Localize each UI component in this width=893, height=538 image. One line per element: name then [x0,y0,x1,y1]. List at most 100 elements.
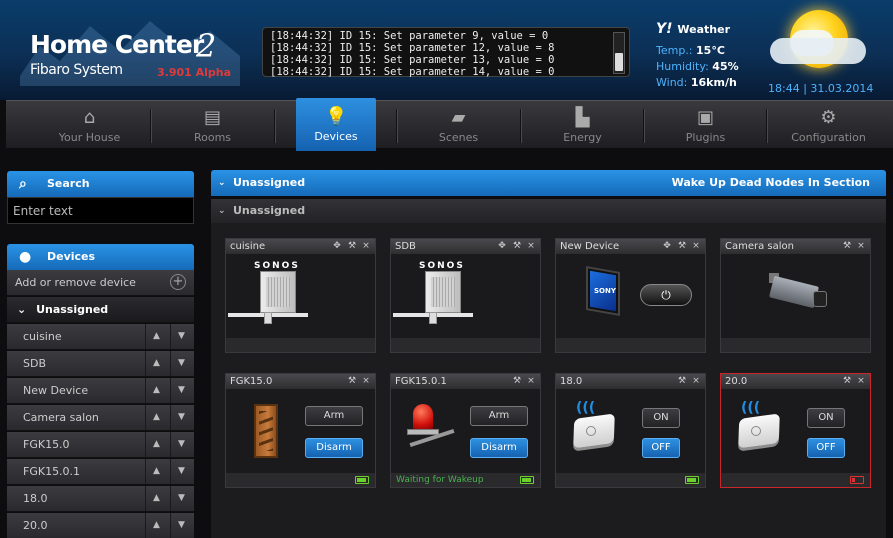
lightbulb-icon: 💡 [325,106,348,127]
move-down-icon[interactable]: ▼ [170,432,192,457]
rooms-icon: ▤ [203,107,221,128]
version-label: 3.901 Alpha [157,66,232,79]
wake-up-dead-nodes-button[interactable]: Wake Up Dead Nodes In Section [672,170,870,196]
event-log[interactable]: [18:44:32] ID 15: Set parameter 9, value… [262,27,630,78]
card-footer [226,338,375,352]
card-footer [556,338,705,352]
sidebar-item-fgk15-0-1[interactable]: FGK15.0.1 ▲ ▼ [7,459,194,485]
wrench-icon[interactable]: ⚒ [511,240,523,252]
close-icon[interactable]: × [855,375,867,387]
sidebar-item-sdb[interactable]: SDB ▲ ▼ [7,351,194,377]
off-button[interactable]: OFF [807,438,845,458]
module-dot [751,426,761,436]
move-down-icon[interactable]: ▼ [170,324,192,349]
move-down-icon[interactable]: ▼ [170,351,192,376]
device-card-camera-salon[interactable]: Camera salon ⚒ × [720,238,871,353]
sidebar-item-20-0[interactable]: 20.0 ▲ ▼ [7,513,194,538]
move-down-icon[interactable]: ▼ [170,459,192,484]
move-down-icon[interactable]: ▼ [170,513,192,538]
close-icon[interactable]: × [525,375,537,387]
nav-energy[interactable]: ▙ Energy [521,101,644,149]
arm-button[interactable]: Arm [305,406,363,426]
nav-scenes[interactable]: ▰ Scenes [397,101,520,149]
close-icon[interactable]: × [855,240,867,252]
device-card-20-0[interactable]: 20.0 ⚒ × ((( ON OFF [720,373,871,488]
wrench-icon[interactable]: ⚒ [841,240,853,252]
wrench-icon[interactable]: ⚒ [346,240,358,252]
sidebar-item-new-device[interactable]: New Device ▲ ▼ [7,378,194,404]
device-card-sdb[interactable]: SDB ✥ ⚒ × SONOS [390,238,541,353]
camera-lens-icon [813,291,827,307]
disarm-button[interactable]: Disarm [470,438,528,458]
subsection-header[interactable]: ⌄ Unassigned [211,199,886,223]
chevron-down-icon: ⌄ [218,178,226,188]
house-icon: ⌂ [83,107,96,128]
door-icon [254,404,278,458]
sidebar-item-fgk15-0[interactable]: FGK15.0 ▲ ▼ [7,432,194,458]
add-remove-device[interactable]: Add or remove device + [7,270,194,296]
move-up-icon[interactable]: ▲ [145,351,167,376]
move-down-icon[interactable]: ▼ [170,378,192,403]
camera-icon [769,275,819,309]
nav-your-house[interactable]: ⌂ Your House [28,101,151,149]
power-button[interactable]: ⏻ [640,284,692,306]
section-header[interactable]: ⌄ Unassigned Wake Up Dead Nodes In Secti… [211,170,886,196]
nav-configuration[interactable]: ⚙ Configuration [767,101,890,149]
shelf-knob [264,312,272,324]
device-card-18-0[interactable]: 18.0 ⚒ × ((( ON OFF [555,373,706,488]
move-up-icon[interactable]: ▲ [145,486,167,511]
sidebar-item-cuisine[interactable]: cuisine ▲ ▼ [7,324,194,350]
move-up-icon[interactable]: ▲ [145,405,167,430]
search-icon: ⌕ [19,176,27,192]
nav-devices[interactable]: 💡 Devices [296,98,376,151]
on-button[interactable]: ON [807,408,845,428]
move-icon[interactable]: ✥ [496,240,508,252]
sidebar-section-unassigned[interactable]: ⌄ Unassigned [7,297,194,323]
close-icon[interactable]: × [690,375,702,387]
nav-rooms[interactable]: ▤ Rooms [151,101,274,149]
wrench-icon[interactable]: ⚒ [346,375,358,387]
move-up-icon[interactable]: ▲ [145,432,167,457]
search-input[interactable]: Enter text [7,197,194,224]
arm-button[interactable]: Arm [470,406,528,426]
close-icon[interactable]: × [360,375,372,387]
device-card-new-device[interactable]: New Device ✥ ⚒ × SONY ⏻ [555,238,706,353]
move-icon[interactable]: ✥ [661,240,673,252]
close-icon[interactable]: × [690,240,702,252]
move-up-icon[interactable]: ▲ [145,378,167,403]
close-icon[interactable]: × [360,240,372,252]
move-up-icon[interactable]: ▲ [145,513,167,538]
humidity-row: Humidity: 45% [656,60,739,73]
clapperboard-icon: ▰ [451,107,466,128]
move-up-icon[interactable]: ▲ [145,459,167,484]
battery-icon [520,476,534,484]
card-footer: Waiting for Wakeup [391,473,540,487]
move-down-icon[interactable]: ▼ [170,486,192,511]
move-down-icon[interactable]: ▼ [170,405,192,430]
plus-icon[interactable]: + [170,274,186,290]
sidebar-item-18-0[interactable]: 18.0 ▲ ▼ [7,486,194,512]
log-scrollbar[interactable] [613,32,625,74]
device-card-fgk15-0[interactable]: FGK15.0 ⚒ × Arm Disarm [225,373,376,488]
on-button[interactable]: ON [642,408,680,428]
nav-plugins[interactable]: ▣ Plugins [644,101,767,149]
wrench-icon[interactable]: ⚒ [511,375,523,387]
off-button[interactable]: OFF [642,438,680,458]
plugin-box-icon: ▣ [696,107,714,128]
log-scroll-thumb[interactable] [615,53,623,71]
device-card-cuisine[interactable]: cuisine ✥ ⚒ × SONOS [225,238,376,353]
sidebar-item-camera-salon[interactable]: Camera salon ▲ ▼ [7,405,194,431]
module-dot [586,426,596,436]
wrench-icon[interactable]: ⚒ [841,375,853,387]
wrench-icon[interactable]: ⚒ [676,240,688,252]
move-icon[interactable]: ✥ [331,240,343,252]
wakeup-status: Waiting for Wakeup [396,475,484,485]
devices-panel-header: ● Devices [7,244,194,270]
chevron-down-icon: ⌄ [218,206,226,216]
disarm-button[interactable]: Disarm [305,438,363,458]
tv-brand-label: SONY [594,287,616,295]
device-card-fgk15-0-1[interactable]: FGK15.0.1 ⚒ × Arm Disarm Waiting for Wak… [390,373,541,488]
close-icon[interactable]: × [525,240,537,252]
wrench-icon[interactable]: ⚒ [676,375,688,387]
move-up-icon[interactable]: ▲ [145,324,167,349]
